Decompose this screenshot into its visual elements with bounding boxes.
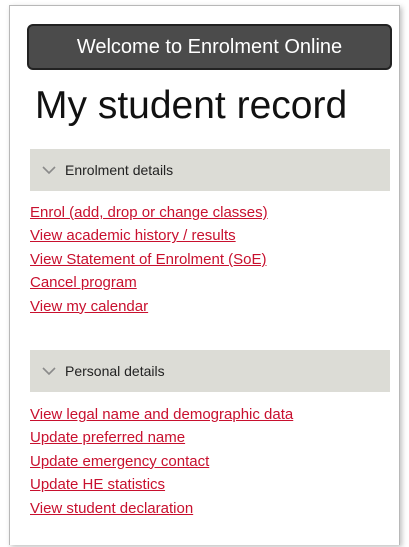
list-item: Cancel program [30, 271, 268, 294]
section-header-personal-details[interactable]: Personal details [30, 350, 390, 392]
student-record-panel: Welcome to Enrolment Online My student r… [9, 5, 400, 545]
view-statement-of-enrolment-link[interactable]: View Statement of Enrolment (SoE) [30, 251, 267, 268]
list-item: View academic history / results [30, 224, 268, 247]
section-header-label: Enrolment details [65, 162, 174, 178]
view-legal-name-link[interactable]: View legal name and demographic data [30, 406, 293, 423]
update-preferred-name-link[interactable]: Update preferred name [30, 429, 185, 446]
page-title: My student record [35, 84, 348, 127]
list-item: Update HE statistics [30, 473, 293, 496]
list-item: Update preferred name [30, 426, 293, 449]
enrolment-details-links: Enrol (add, drop or change classes) View… [30, 201, 268, 318]
view-my-calendar-link[interactable]: View my calendar [30, 298, 148, 315]
welcome-banner[interactable]: Welcome to Enrolment Online [27, 24, 392, 70]
section-header-label: Personal details [65, 363, 165, 379]
personal-details-links: View legal name and demographic data Upd… [30, 403, 293, 520]
list-item: Enrol (add, drop or change classes) [30, 201, 268, 224]
view-student-declaration-link[interactable]: View student declaration [30, 500, 193, 517]
list-item: View legal name and demographic data [30, 403, 293, 426]
section-header-enrolment-details[interactable]: Enrolment details [30, 149, 390, 191]
view-academic-history-link[interactable]: View academic history / results [30, 227, 236, 244]
chevron-down-icon [42, 367, 56, 375]
enrol-link[interactable]: Enrol (add, drop or change classes) [30, 204, 268, 221]
list-item: Update emergency contact [30, 450, 293, 473]
list-item: View Statement of Enrolment (SoE) [30, 248, 268, 271]
update-he-statistics-link[interactable]: Update HE statistics [30, 476, 165, 493]
update-emergency-contact-link[interactable]: Update emergency contact [30, 453, 209, 470]
list-item: View my calendar [30, 295, 268, 318]
list-item: View student declaration [30, 497, 293, 520]
cancel-program-link[interactable]: Cancel program [30, 274, 137, 291]
chevron-down-icon [42, 166, 56, 174]
